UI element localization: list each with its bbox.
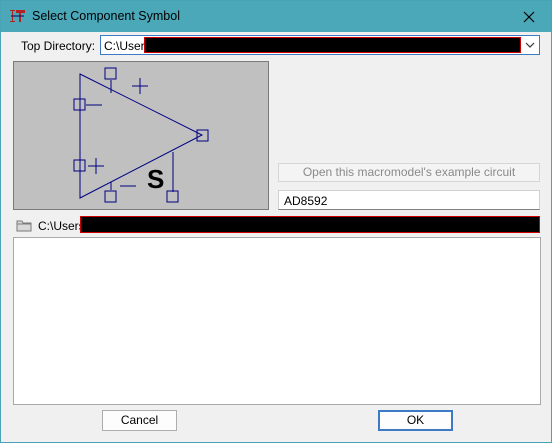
- ok-button[interactable]: OK: [378, 410, 453, 431]
- top-directory-label: Top Directory:: [21, 39, 96, 53]
- symbol-preview: S: [13, 61, 269, 210]
- title-bar: Select Component Symbol: [1, 1, 551, 32]
- component-name-value: AD8592: [284, 194, 328, 208]
- current-path: C:\Users: [38, 219, 85, 233]
- close-button[interactable]: [507, 1, 551, 32]
- opamp-symbol: S: [73, 67, 209, 203]
- redaction-bar: [144, 37, 521, 53]
- close-icon: [523, 11, 535, 22]
- folder-icon: [16, 220, 32, 232]
- top-directory-dropdown[interactable]: C:\Users: [100, 35, 540, 55]
- symbol-marker-s: S: [147, 164, 164, 194]
- open-example-circuit-button[interactable]: Open this macromodel's example circuit: [278, 163, 540, 182]
- cancel-button[interactable]: Cancel: [102, 410, 177, 431]
- redaction-bar: [80, 216, 540, 233]
- component-list[interactable]: [13, 237, 541, 405]
- select-component-dialog: Select Component Symbol Top Directory: C…: [0, 0, 552, 443]
- ltspice-app-icon: [10, 10, 25, 22]
- component-name-field[interactable]: AD8592: [278, 190, 540, 210]
- chevron-down-icon[interactable]: [525, 41, 535, 49]
- window-title: Select Component Symbol: [32, 9, 180, 23]
